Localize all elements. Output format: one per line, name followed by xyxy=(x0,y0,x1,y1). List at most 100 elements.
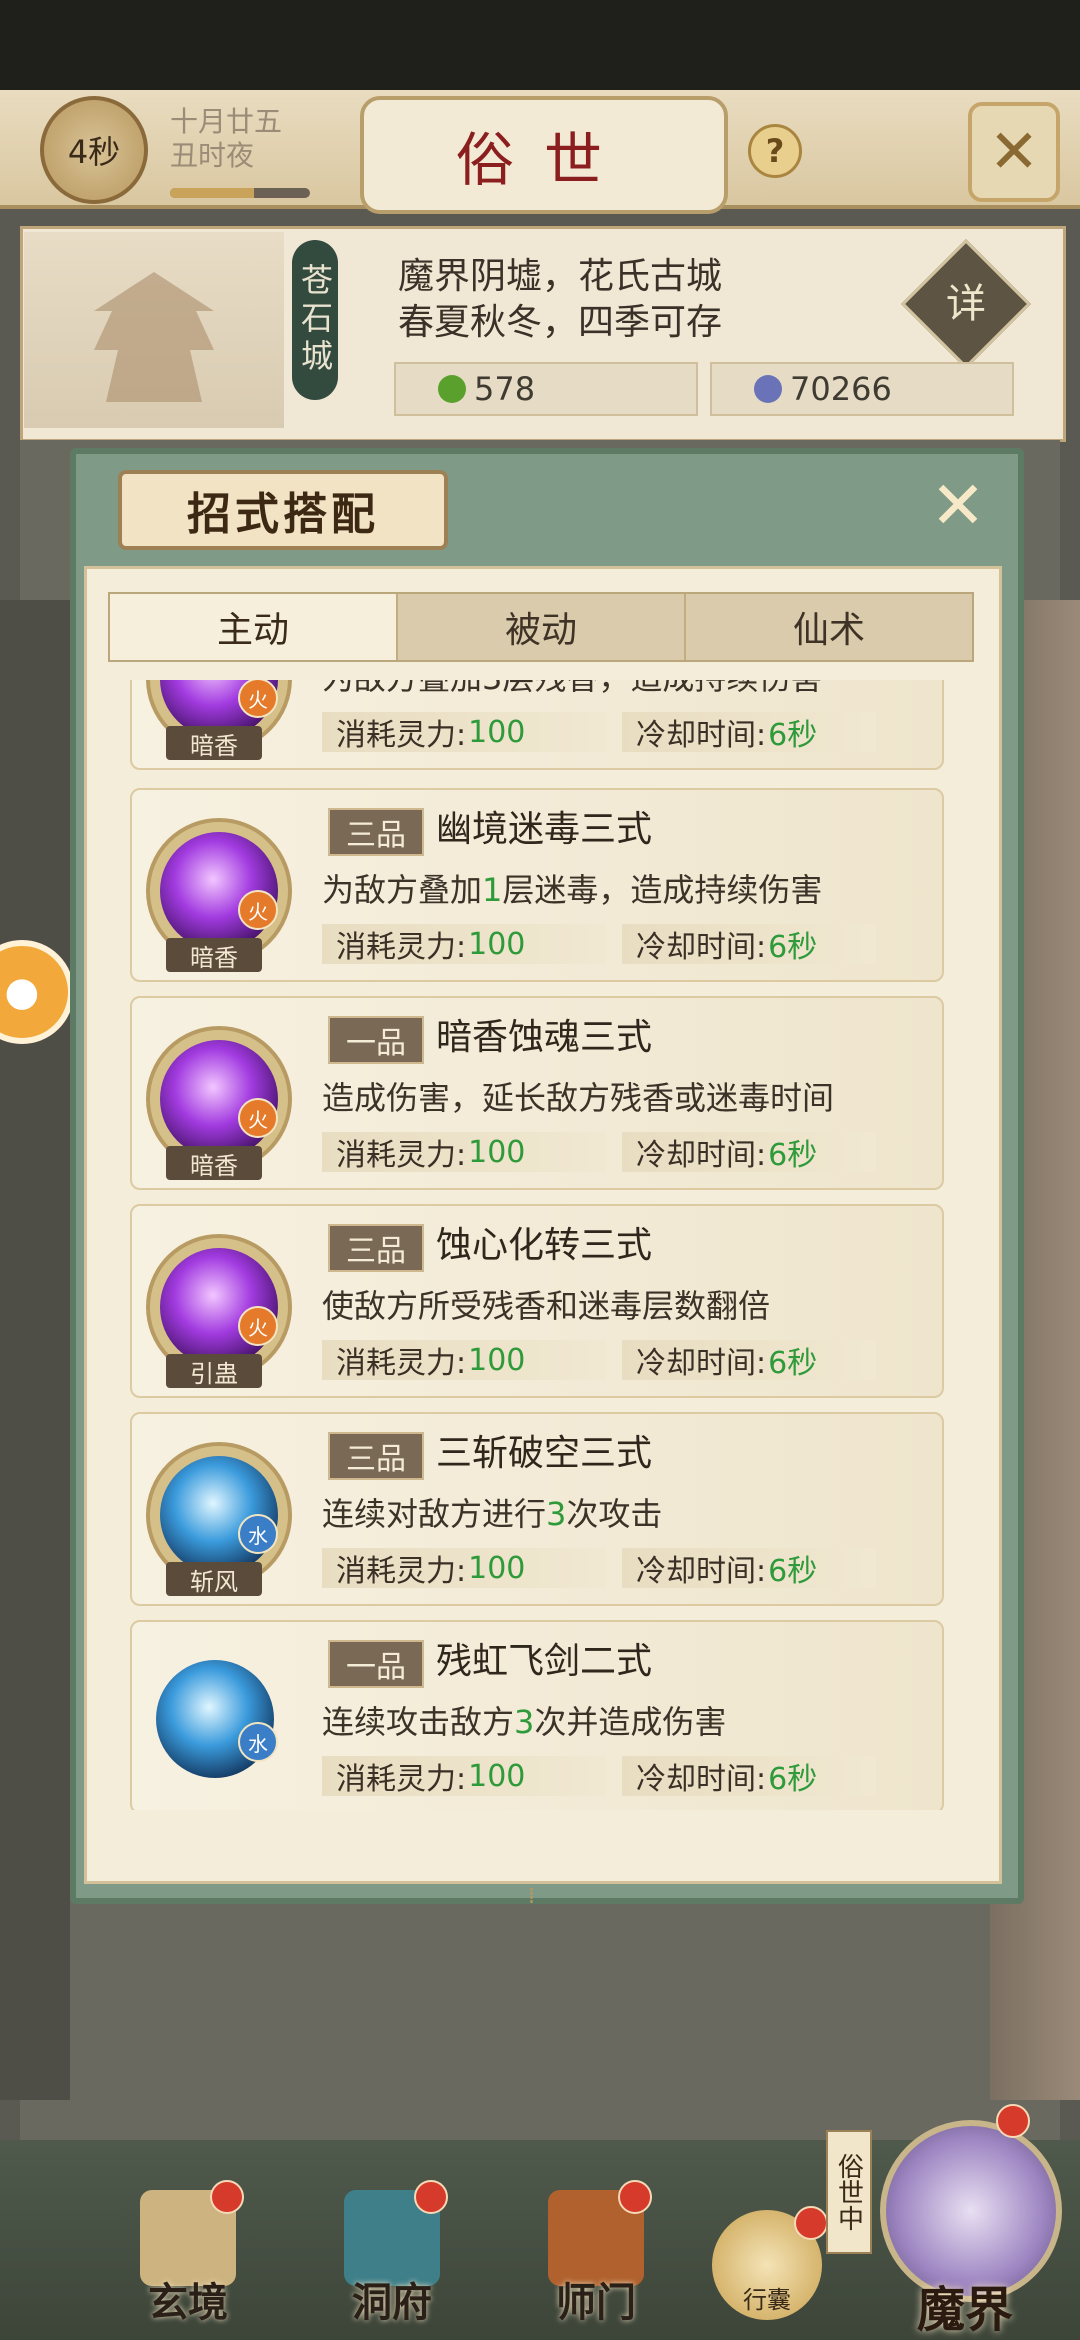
tab-immortal-art[interactable]: 仙术 xyxy=(686,594,972,660)
skill-name: 残虹飞剑二式 xyxy=(436,1641,653,1682)
location-desc-line-2: 春夏秋冬，四季可存 xyxy=(398,302,723,343)
skill-grade: 一品 xyxy=(328,1640,424,1688)
spirit-coin-icon xyxy=(754,375,782,403)
cooldown-value: 6秒 xyxy=(768,1346,818,1381)
skill-card[interactable]: 火 引蛊 三品 蚀心化转三式 使敌方所受残香和迷毒层数翻倍 消耗灵力: 100 冷… xyxy=(130,1204,944,1398)
element-badge: 火 xyxy=(238,890,278,930)
jade-coin-icon xyxy=(438,375,466,403)
skill-desc-highlight: 3 xyxy=(546,1495,567,1533)
notification-dot xyxy=(794,2206,828,2240)
time-progress-fill xyxy=(170,188,254,198)
mana-cost: 消耗灵力: 100 xyxy=(322,924,606,965)
skill-name: 蚀心化转三式 xyxy=(436,1225,653,1266)
notification-dot xyxy=(618,2180,652,2214)
mana-cost: 消耗灵力: 100 xyxy=(322,712,606,753)
notification-dot xyxy=(414,2180,448,2214)
nav-item-bag[interactable]: 行囊 xyxy=(712,2206,828,2320)
skill-tag: 斩风 xyxy=(166,1562,262,1596)
skill-list[interactable]: 火 暗香 为敌方叠加3层残香，造成持续伤害 消耗灵力:100 冷却时间:6秒 火… xyxy=(130,680,952,1810)
skill-grade: 三品 xyxy=(328,1432,424,1480)
help-button[interactable]: ? xyxy=(748,124,802,178)
cooldown-value: 6秒 xyxy=(768,930,818,965)
skill-desc-text: 使敌方所受残香和迷毒层数翻倍 xyxy=(322,1287,771,1325)
modal-title: 招式搭配 xyxy=(118,470,448,550)
mana-cost: 消耗灵力: 100 xyxy=(322,1548,606,1589)
cooldown: 冷却时间: 6秒 xyxy=(622,1132,876,1173)
mana-cost-value: 100 xyxy=(468,1550,526,1586)
notification-dot xyxy=(996,2104,1030,2138)
cooldown-label: 冷却时间: xyxy=(636,1346,767,1381)
cooldown: 冷却时间: 6秒 xyxy=(622,1548,876,1589)
cooldown-label: 冷却时间: xyxy=(636,718,767,753)
skill-icon-frame xyxy=(146,1650,284,1788)
skill-name: 幽境迷毒三式 xyxy=(436,809,653,850)
skill-tabs: 主动 被动 仙术 xyxy=(108,592,974,662)
close-icon[interactable]: ✕ xyxy=(968,102,1060,202)
mana-cost-value: 100 xyxy=(468,714,526,750)
skill-desc-highlight: 1 xyxy=(482,871,503,909)
nav-label: 魔界 xyxy=(916,2282,1013,2338)
skill-grade: 三品 xyxy=(328,808,424,856)
skill-desc-highlight: 3 xyxy=(514,1703,535,1741)
skill-tag: 暗香 xyxy=(166,726,262,760)
mana-cost-value: 100 xyxy=(468,1758,526,1794)
location-description: 魔界阴墟，花氏古城 春夏秋冬，四季可存 xyxy=(398,254,722,346)
skill-tag: 引蛊 xyxy=(166,1354,262,1388)
mana-cost-label: 消耗灵力: xyxy=(336,930,467,965)
cooldown: 冷却时间: 6秒 xyxy=(622,924,876,965)
mana-cost: 消耗灵力: 100 xyxy=(322,1756,606,1797)
element-badge: 水 xyxy=(238,1722,278,1762)
skill-desc-text: 次攻击 xyxy=(566,1495,663,1533)
pagoda-icon xyxy=(94,272,214,402)
cooldown-label: 冷却时间: xyxy=(636,1554,767,1589)
skill-desc: 连续攻击敌方3次并造成伤害 xyxy=(322,1702,726,1742)
mana-cost-label: 消耗灵力: xyxy=(336,718,467,753)
skill-card[interactable]: 火 暗香 一品 暗香蚀魂三式 造成伤害，延长敌方残香或迷毒时间 消耗灵力: 100… xyxy=(130,996,944,1190)
nav-label: 师门 xyxy=(556,2279,636,2326)
skill-tag: 暗香 xyxy=(166,938,262,972)
date-line-1: 十月廿五 xyxy=(170,105,283,138)
city-illustration xyxy=(24,232,284,428)
skill-grade: 三品 xyxy=(328,1224,424,1272)
notification-dot xyxy=(210,2180,244,2214)
skill-card-partial[interactable]: 火 暗香 为敌方叠加3层残香，造成持续伤害 消耗灵力:100 冷却时间:6秒 xyxy=(130,680,944,770)
nav-item-xuanjing[interactable]: 玄境 xyxy=(118,2180,258,2330)
cooldown-label: 冷却时间: xyxy=(636,1138,767,1173)
cooldown-label: 冷却时间: xyxy=(636,930,767,965)
skill-desc-text: 层迷毒，造成持续伤害 xyxy=(502,871,823,909)
cooldown-label: 冷却时间: xyxy=(636,1762,767,1797)
resource-2: 70266 xyxy=(710,362,1014,416)
nav-item-shimen[interactable]: 师门 xyxy=(526,2180,666,2330)
element-badge: 水 xyxy=(238,1514,278,1554)
scroll-handle-icon: ⁞ xyxy=(528,1884,535,1909)
tab-passive[interactable]: 被动 xyxy=(398,594,686,660)
skill-grade: 一品 xyxy=(328,1016,424,1064)
time-progress-bar xyxy=(170,188,310,198)
skill-desc-text: 次并造成伤害 xyxy=(534,1703,727,1741)
skill-desc: 使敌方所受残香和迷毒层数翻倍 xyxy=(322,1286,770,1326)
background-left xyxy=(0,600,70,2100)
nav-item-mojie[interactable]: 魔界 xyxy=(860,2100,1070,2338)
skill-desc: 为敌方叠加1层迷毒，造成持续伤害 xyxy=(322,870,822,910)
tab-active[interactable]: 主动 xyxy=(110,594,398,660)
page-title: 俗世 xyxy=(360,96,728,214)
skill-card[interactable]: 水 一品 残虹飞剑二式 连续攻击敌方3次并造成伤害 消耗灵力: 100 冷却时间:… xyxy=(130,1620,944,1810)
nav-label: 洞府 xyxy=(352,2279,432,2326)
resource-2-value: 70266 xyxy=(790,370,892,408)
mana-cost-value: 100 xyxy=(468,1134,526,1170)
mana-cost-value: 100 xyxy=(468,926,526,962)
mana-cost-value: 100 xyxy=(468,1342,526,1378)
skill-desc-text: 造成伤害，延长敌方残香或迷毒时间 xyxy=(322,1079,835,1117)
skill-card[interactable]: 火 暗香 三品 幽境迷毒三式 为敌方叠加1层迷毒，造成持续伤害 消耗灵力: 100… xyxy=(130,788,944,982)
location-desc-line-1: 魔界阴墟，花氏古城 xyxy=(398,256,723,297)
mana-cost: 消耗灵力: 100 xyxy=(322,1132,606,1173)
nav-label: 玄境 xyxy=(148,2279,228,2326)
nav-item-dongfu[interactable]: 洞府 xyxy=(322,2180,462,2330)
skill-desc-text: 连续攻击敌方 xyxy=(322,1703,515,1741)
skill-desc-text: 连续对敌方进行 xyxy=(322,1495,547,1533)
skill-card[interactable]: 水 斩风 三品 三斩破空三式 连续对敌方进行3次攻击 消耗灵力: 100 冷却时间… xyxy=(130,1412,944,1606)
date-line-2: 丑时夜 xyxy=(170,139,255,172)
modal-close-icon[interactable]: ✕ xyxy=(918,467,998,544)
mana-cost-label: 消耗灵力: xyxy=(336,1346,467,1381)
skill-desc-text: 为敌方叠加 xyxy=(322,871,483,909)
